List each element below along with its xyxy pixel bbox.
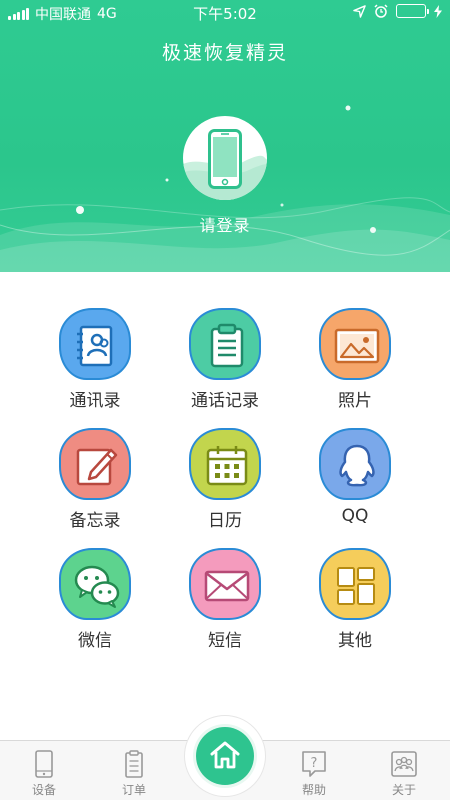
svg-text:?: ? [311, 756, 318, 771]
grid-item-qq[interactable]: QQ [290, 428, 420, 526]
charging-icon [434, 4, 442, 18]
order-icon [125, 750, 143, 778]
grid-item-call-log[interactable]: 通话记录 [160, 308, 290, 411]
photo-icon [319, 308, 391, 380]
grid-label: 短信 [208, 631, 242, 651]
grid-label: 备忘录 [69, 511, 121, 531]
grid-item-calendar[interactable]: 日历 [160, 428, 290, 531]
tab-device[interactable]: 设备 [14, 749, 74, 798]
tab-label: 帮助 [301, 783, 326, 797]
grid-item-other[interactable]: 其他 [290, 548, 420, 651]
tab-label: 订单 [121, 783, 146, 797]
login-avatar[interactable] [183, 116, 267, 200]
phone-icon [208, 129, 242, 189]
tab-label: 关于 [391, 783, 416, 797]
grid-item-contacts[interactable]: 通讯录 [30, 308, 160, 411]
envelope-icon [189, 548, 261, 620]
tab-about[interactable]: 关于 [374, 749, 434, 798]
grid-label: 微信 [78, 631, 112, 651]
status-right [353, 4, 442, 18]
grid-item-photos[interactable]: 照片 [290, 308, 420, 411]
header: 中国联通 4G 下午5:02 极速恢复精灵 请登录 [0, 0, 450, 272]
grid-item-memo[interactable]: 备忘录 [30, 428, 160, 531]
help-icon: ? [302, 751, 326, 777]
grid-label: 通讯录 [69, 391, 121, 411]
qq-icon [319, 428, 391, 500]
grid-label: 通话记录 [191, 391, 259, 411]
grid-item-sms[interactable]: 短信 [160, 548, 290, 651]
grid-icon [319, 548, 391, 620]
tab-order[interactable]: 订单 [104, 749, 164, 798]
grid-label: 照片 [338, 391, 372, 411]
device-icon [35, 750, 53, 778]
grid-label: QQ [341, 506, 369, 526]
grid-item-wechat[interactable]: 微信 [30, 548, 160, 651]
tab-help[interactable]: ? 帮助 [284, 749, 344, 798]
tab-home[interactable] [196, 727, 254, 785]
app-title: 极速恢复精灵 [161, 42, 288, 64]
alarm-icon [374, 4, 388, 18]
battery-icon [396, 4, 429, 18]
grid-label: 其他 [338, 631, 372, 651]
login-label[interactable]: 请登录 [0, 212, 450, 236]
wechat-icon [59, 548, 131, 620]
location-icon [353, 4, 366, 18]
edit-note-icon [59, 428, 131, 500]
calendar-icon [189, 428, 261, 500]
grid-label: 日历 [208, 511, 242, 531]
home-icon [210, 741, 240, 769]
about-icon [391, 751, 417, 777]
tab-label: 设备 [31, 783, 56, 797]
contacts-icon [59, 308, 131, 380]
status-bar: 中国联通 4G 下午5:02 [0, 0, 450, 24]
clipboard-icon [189, 308, 261, 380]
